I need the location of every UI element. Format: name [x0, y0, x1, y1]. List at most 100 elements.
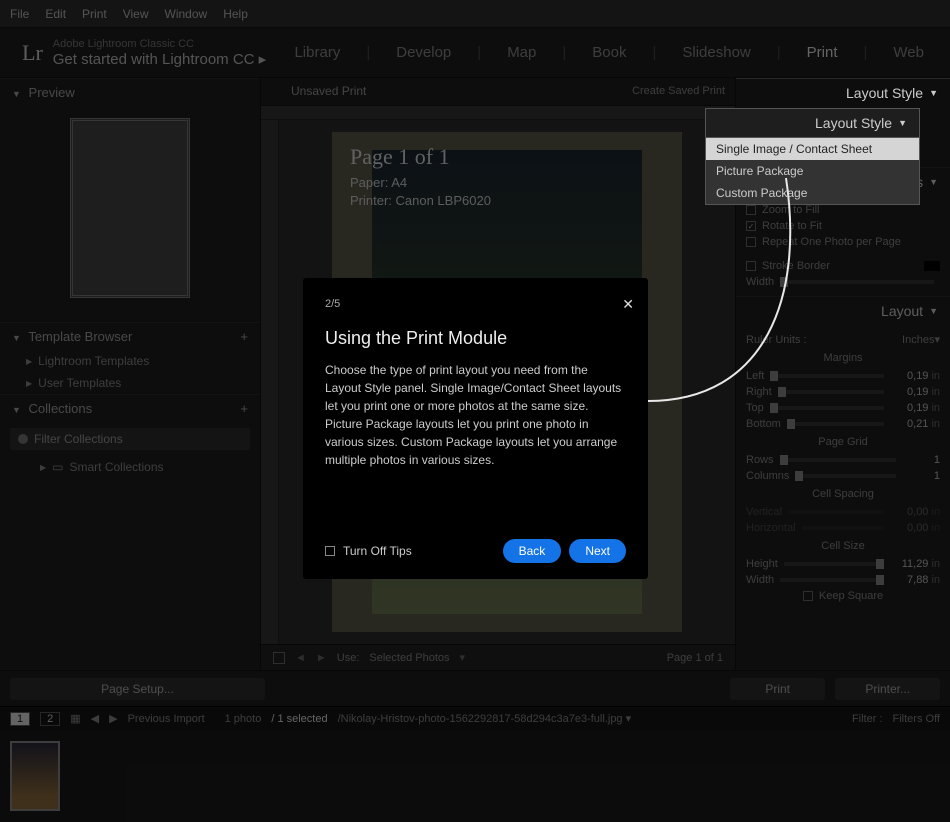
columns-slider[interactable]: [795, 474, 896, 478]
smart-collections-label: Smart Collections: [70, 460, 164, 474]
grid-icon[interactable]: ▦: [70, 712, 80, 725]
smart-collections-item[interactable]: ▶ ▭ Smart Collections: [0, 456, 260, 478]
template-browser-label: Template Browser: [28, 329, 132, 344]
cellspacing-h-slider: [802, 526, 885, 530]
print-button[interactable]: Print: [730, 678, 825, 700]
add-collection-icon[interactable]: +: [240, 401, 248, 416]
triangle-down-icon: ▼: [12, 405, 21, 415]
module-picker: Library| Develop| Map| Book| Slideshow| …: [290, 44, 928, 61]
columns-value: 1: [902, 470, 940, 482]
menu-print[interactable]: Print: [82, 7, 107, 21]
triangle-down-icon: ▼: [898, 118, 907, 128]
rotate-to-fit-label: Rotate to Fit: [762, 220, 822, 232]
stroke-border-checkbox[interactable]: Stroke Border: [746, 258, 940, 274]
layout-style-header-hl[interactable]: Layout Style ▼: [705, 108, 920, 137]
layout-style-option-picture[interactable]: Picture Package: [706, 160, 919, 182]
page-setup-button[interactable]: Page Setup...: [10, 678, 265, 700]
layout-label: Layout: [881, 303, 923, 319]
ruler-units-value[interactable]: Inches: [902, 334, 934, 346]
margin-left-label: Left: [746, 370, 764, 382]
margin-top-slider[interactable]: [770, 406, 885, 410]
menu-window[interactable]: Window: [165, 7, 208, 21]
photo-path[interactable]: /Nikolay-Hristov-photo-1562292817-58d294…: [338, 712, 632, 725]
repeat-photo-checkbox[interactable]: Repeat One Photo per Page: [746, 234, 940, 250]
filter-value[interactable]: Filters Off: [893, 713, 940, 725]
use-value[interactable]: Selected Photos: [369, 652, 449, 664]
cell-height-slider[interactable]: [784, 562, 885, 566]
topbar: Lr Adobe Lightroom Classic CC Get starte…: [0, 28, 950, 78]
collections-header[interactable]: ▼ Collections +: [0, 394, 260, 422]
image-settings-body: Zoom to Fill ✓Rotate to Fit Repeat One P…: [736, 196, 950, 296]
layout-style-header[interactable]: Layout Style ▼: [736, 78, 950, 107]
bottom-toolbar: Page Setup... Print Printer...: [0, 670, 950, 706]
margin-top-value: 0,19: [890, 402, 928, 414]
cell-width-slider[interactable]: [780, 578, 884, 582]
lightroom-templates-label: Lightroom Templates: [38, 354, 149, 368]
add-template-icon[interactable]: +: [240, 329, 248, 344]
app-root: File Edit Print View Window Help Lr Adob…: [0, 0, 950, 822]
stroke-border-label: Stroke Border: [762, 260, 830, 272]
menu-view[interactable]: View: [123, 7, 149, 21]
nav-back-icon[interactable]: ◀: [91, 712, 99, 725]
module-web[interactable]: Web: [889, 44, 928, 61]
layout-style-option-custom[interactable]: Custom Package: [706, 182, 919, 204]
margins-section: Margins: [746, 348, 940, 368]
turn-off-tips[interactable]: Turn Off Tips: [325, 544, 412, 558]
filmstrip-thumbnail[interactable]: [10, 741, 60, 811]
coach-close-icon[interactable]: ✕: [622, 296, 634, 313]
collection-icon: ▭: [52, 460, 63, 474]
module-develop[interactable]: Develop: [392, 44, 455, 61]
lightroom-templates-item[interactable]: ▶Lightroom Templates: [0, 350, 260, 372]
stroke-width-label: Width: [746, 276, 774, 288]
coach-back-button[interactable]: Back: [503, 539, 562, 563]
margin-left-slider[interactable]: [770, 374, 884, 378]
layout-header[interactable]: Layout ▼: [736, 296, 950, 325]
rotate-to-fit-checkbox[interactable]: ✓Rotate to Fit: [746, 218, 940, 234]
app-subtitle: Adobe Lightroom Classic CC Get started w…: [53, 38, 266, 68]
arrow-right-icon[interactable]: ►: [316, 652, 327, 664]
filter-collections-input[interactable]: Filter Collections: [10, 428, 250, 450]
keep-square-checkbox[interactable]: [803, 591, 813, 601]
filmstrip[interactable]: [0, 730, 950, 822]
cell-width-value: 7,88: [890, 574, 928, 586]
template-browser-header[interactable]: ▼ Template Browser +: [0, 322, 260, 350]
layout-style-panel-highlight: Layout Style ▼ Single Image / Contact Sh…: [705, 108, 920, 205]
monitor-2-button[interactable]: 2: [40, 712, 60, 726]
layout-style-option-single[interactable]: Single Image / Contact Sheet: [706, 138, 919, 160]
source-label[interactable]: Previous Import: [128, 713, 205, 725]
collections-label: Collections: [29, 401, 93, 416]
create-saved-print-button[interactable]: Create Saved Print: [632, 85, 725, 97]
menu-help[interactable]: Help: [223, 7, 248, 21]
menu-file[interactable]: File: [10, 7, 29, 21]
print-title: Unsaved Print: [291, 84, 366, 98]
triangle-down-icon: ▼: [929, 88, 938, 98]
nav-fwd-icon[interactable]: ▶: [109, 712, 117, 725]
arrow-left-icon[interactable]: ◄: [295, 652, 306, 664]
module-map[interactable]: Map: [503, 44, 540, 61]
ruler-horizontal: [261, 106, 735, 121]
preview-thumbnail: [70, 118, 190, 298]
dropdown-icon[interactable]: ▾: [460, 651, 466, 664]
module-print[interactable]: Print: [803, 44, 842, 61]
paper-label: Paper: A4: [350, 174, 491, 192]
user-templates-item[interactable]: ▶User Templates: [0, 372, 260, 394]
menu-edit[interactable]: Edit: [45, 7, 66, 21]
dropdown-icon[interactable]: ▾: [934, 333, 940, 346]
module-library[interactable]: Library: [290, 44, 344, 61]
get-started-link[interactable]: Get started with Lightroom CC ▸: [53, 50, 266, 68]
preview-panel-header[interactable]: ▼ Preview: [0, 78, 260, 106]
checkbox-icon[interactable]: [273, 652, 285, 664]
printer-button[interactable]: Printer...: [835, 678, 940, 700]
stroke-color-swatch[interactable]: [924, 261, 940, 271]
module-book[interactable]: Book: [588, 44, 630, 61]
coach-next-button[interactable]: Next: [569, 539, 626, 563]
margin-bottom-slider[interactable]: [787, 422, 885, 426]
stroke-width-slider[interactable]: [780, 280, 934, 284]
module-slideshow[interactable]: Slideshow: [678, 44, 754, 61]
margin-right-value: 0,19: [890, 386, 928, 398]
margin-right-slider[interactable]: [778, 390, 885, 394]
cellspacing-v-value: 0,00: [890, 506, 928, 518]
preview-label: Preview: [29, 85, 75, 100]
monitor-1-button[interactable]: 1: [10, 712, 30, 726]
rows-slider[interactable]: [780, 458, 896, 462]
